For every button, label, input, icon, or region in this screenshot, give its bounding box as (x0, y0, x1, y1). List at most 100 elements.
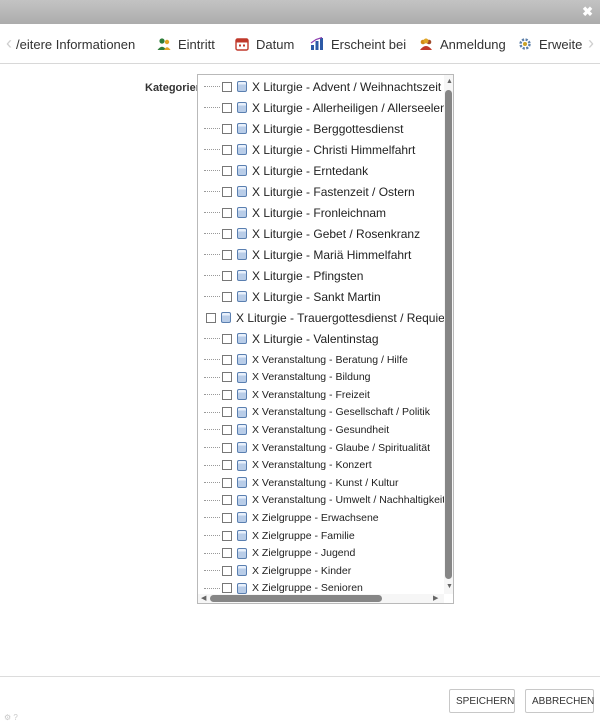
dialog-footer: ⚙ ? SPEICHERN ABBRECHEN (0, 676, 600, 722)
tree-item[interactable]: X Liturgie - Berggottesdienst (198, 122, 453, 136)
category-node-icon (237, 512, 247, 524)
category-checkbox[interactable] (222, 270, 232, 281)
tree-item[interactable]: X Liturgie - Sankt Martin (198, 290, 453, 304)
category-checkbox[interactable] (222, 372, 232, 383)
tree-item[interactable]: X Veranstaltung - Glaube / Spiritualität (198, 441, 453, 454)
tree-item[interactable]: X Veranstaltung - Kunst / Kultur (198, 476, 453, 489)
tree-item-label: X Liturgie - Advent / Weihnachtszeit (252, 79, 442, 94)
tree-item[interactable]: X Zielgruppe - Kinder (198, 564, 453, 577)
category-node-icon (237, 333, 247, 344)
category-checkbox[interactable] (222, 186, 232, 197)
horizontal-scrollbar[interactable]: ◀ ▶ (198, 594, 444, 603)
tree-item[interactable]: X Liturgie - Mariä Himmelfahrt (198, 248, 453, 262)
tree-item[interactable]: X Veranstaltung - Gesundheit (198, 423, 453, 436)
scroll-down-icon[interactable]: ▼ (446, 583, 453, 591)
category-node-icon (237, 424, 247, 436)
tree-item-label: X Veranstaltung - Gesellschaft / Politik (252, 406, 431, 419)
cancel-button[interactable]: ABBRECHEN (525, 689, 594, 713)
tree-item[interactable]: X Zielgruppe - Familie (198, 529, 453, 542)
tree-connector-line (204, 128, 220, 129)
category-checkbox[interactable] (222, 477, 232, 488)
category-checkbox[interactable] (222, 291, 232, 302)
dialog-content: Kategorien: X Liturgie - Advent / Weihna… (0, 64, 600, 676)
tree-item[interactable]: X Veranstaltung - Gesellschaft / Politik (198, 406, 453, 419)
tree-connector-line (204, 570, 220, 572)
category-checkbox[interactable] (222, 530, 232, 541)
save-button[interactable]: SPEICHERN (449, 689, 515, 713)
scroll-left-icon[interactable]: ◀ (201, 595, 206, 603)
tree-connector-line (204, 429, 220, 431)
tree-item[interactable]: X Liturgie - Fronleichnam (198, 206, 453, 220)
tree-item-label: X Zielgruppe - Kinder (252, 564, 352, 577)
tree-item[interactable]: X Veranstaltung - Konzert (198, 459, 453, 472)
tree-item[interactable]: X Liturgie - Pfingsten (198, 269, 453, 283)
tree-item[interactable]: X Veranstaltung - Bildung (198, 371, 453, 384)
category-checkbox[interactable] (222, 495, 232, 506)
category-checkbox[interactable] (206, 312, 216, 323)
scroll-right-icon[interactable]: ▶ (433, 595, 438, 603)
tab-erscheint-bei[interactable]: Erscheint bei (310, 24, 407, 63)
tree-connector-line (204, 170, 220, 171)
tab-datum[interactable]: Datum (235, 24, 294, 63)
category-checkbox[interactable] (222, 424, 232, 435)
category-checkbox[interactable] (222, 565, 232, 576)
vertical-scrollbar[interactable]: ▲ ▼ (444, 75, 453, 594)
category-node-icon (237, 144, 247, 155)
tree-connector-line (204, 552, 220, 554)
categories-tree[interactable]: X Liturgie - Advent / Weihnachtszeit X Li… (197, 74, 454, 604)
tree-item-label: X Veranstaltung - Konzert (252, 459, 372, 472)
tree-item[interactable]: X Liturgie - Christi Himmelfahrt (198, 143, 453, 157)
category-checkbox[interactable] (222, 442, 232, 453)
tree-connector-line (204, 447, 220, 448)
tree-item[interactable]: X Zielgruppe - Erwachsene (198, 511, 453, 524)
tab-scroll-left-icon[interactable]: ‹ (2, 24, 16, 63)
category-checkbox[interactable] (222, 165, 232, 176)
vertical-scroll-thumb[interactable] (445, 90, 452, 579)
category-checkbox[interactable] (222, 228, 232, 239)
tree-item[interactable]: X Veranstaltung - Freizeit (198, 388, 453, 401)
tree-item-label: X Liturgie - Fastenzeit / Ostern (252, 184, 415, 199)
tree-item-label: X Veranstaltung - Freizeit (252, 388, 370, 401)
category-checkbox[interactable] (222, 583, 232, 594)
category-checkbox[interactable] (222, 123, 232, 134)
tab-erweitert[interactable]: Erweite (518, 24, 582, 63)
tab-scroll-right-icon[interactable]: › (584, 24, 598, 63)
tree-item[interactable]: X Veranstaltung - Umwelt / Nachhaltigkei… (198, 494, 453, 507)
category-checkbox[interactable] (222, 207, 232, 218)
close-icon[interactable]: ✖ (582, 3, 593, 21)
tree-item[interactable]: X Liturgie - Erntedank (198, 164, 453, 178)
tree-item-label: X Liturgie - Allerheiligen / Allerseelen (252, 100, 447, 115)
tree-item[interactable]: X Liturgie - Gebet / Rosenkranz (198, 227, 453, 241)
tree-item[interactable]: X Liturgie - Trauergottesdienst / Requie… (198, 311, 453, 325)
tree-item-label: X Liturgie - Valentinstag (252, 331, 379, 346)
tab-eintritt[interactable]: Eintritt (157, 24, 215, 63)
tree-item[interactable]: X Liturgie - Fastenzeit / Ostern (198, 184, 453, 199)
horizontal-scroll-thumb[interactable] (210, 595, 382, 602)
tree-item[interactable]: X Liturgie - Valentinstag (198, 331, 453, 346)
category-checkbox[interactable] (222, 102, 232, 113)
tree-item[interactable]: X Liturgie - Allerheiligen / Allerseelen (198, 100, 453, 115)
category-checkbox[interactable] (222, 407, 232, 418)
category-checkbox[interactable] (222, 512, 232, 523)
tree-connector-line (204, 296, 220, 297)
category-checkbox[interactable] (222, 548, 232, 559)
category-checkbox[interactable] (222, 460, 232, 471)
category-checkbox[interactable] (222, 144, 232, 155)
tree-item[interactable]: X Liturgie - Advent / Weihnachtszeit (198, 79, 453, 94)
dialog-titlebar: ✖ (0, 0, 600, 24)
category-checkbox[interactable] (222, 333, 232, 344)
tree-connector-line (204, 499, 220, 501)
category-checkbox[interactable] (222, 354, 232, 365)
tab-label: Erscheint bei (331, 36, 407, 52)
tree-item[interactable]: X Zielgruppe - Jugend (198, 547, 453, 560)
tree-item[interactable]: X Zielgruppe - Senioren (198, 582, 453, 595)
tab-anmeldung[interactable]: Anmeldung (419, 24, 506, 63)
category-checkbox[interactable] (222, 81, 232, 92)
tree-item[interactable]: X Veranstaltung - Beratung / Hilfe (198, 353, 453, 366)
category-checkbox[interactable] (222, 389, 232, 400)
category-checkbox[interactable] (222, 249, 232, 260)
tab-weitere-informationen[interactable]: /eitere Informationen (16, 24, 135, 63)
category-node-icon (237, 389, 247, 401)
scroll-up-icon[interactable]: ▲ (446, 78, 453, 86)
category-node-icon (237, 565, 247, 577)
